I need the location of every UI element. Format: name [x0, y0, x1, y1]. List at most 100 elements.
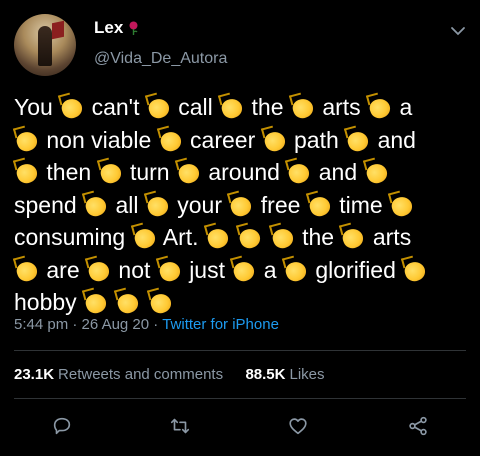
tweet-word: consuming [14, 224, 126, 250]
display-name[interactable]: Lex [94, 18, 123, 38]
clapping-hands-icon [307, 192, 333, 218]
clapping-hands-icon [286, 159, 312, 185]
like-button[interactable] [284, 412, 312, 440]
tweet-line: You can't call the arts a [14, 91, 469, 124]
avatar[interactable] [14, 14, 76, 76]
tweet-line: spend all your free time [14, 189, 469, 222]
tweet-text: You can't call the arts a non viable car… [14, 91, 469, 319]
tweet-word: and [318, 159, 358, 185]
tweet-word: path [294, 126, 339, 153]
tweet-line: consuming Art. the arts [14, 221, 469, 254]
clapping-hands-icon [364, 159, 390, 185]
clapping-hands-icon [157, 257, 183, 283]
tweet-word: glorified [315, 256, 396, 283]
avatar-flag [52, 20, 64, 40]
clapping-hands-icon [176, 159, 202, 185]
clapping-hands-icon [340, 224, 366, 250]
clapping-hands-icon [83, 192, 109, 218]
clapping-hands-icon [219, 94, 245, 120]
clapping-hands-icon [283, 257, 309, 283]
retweets-count: 23.1K [14, 366, 55, 383]
tweet-line: then turn around and [14, 156, 469, 189]
clapping-hands-icon [158, 127, 184, 153]
tweet-word: non viable [46, 126, 152, 153]
retweet-icon [170, 418, 190, 434]
tweet-date[interactable]: 26 Aug 20 [82, 316, 150, 333]
tweet-word: career [190, 126, 256, 153]
clapping-hands-icon [148, 289, 174, 315]
tweet-line: hobby [14, 286, 469, 319]
tweet-word: call [178, 94, 213, 120]
clapping-hands-icon [237, 224, 263, 250]
tweet-word: time [339, 191, 383, 218]
clapping-hands-icon [132, 224, 158, 250]
tweet-word: your [177, 191, 222, 218]
reply-button[interactable] [48, 412, 76, 440]
clapping-hands-icon [14, 257, 40, 283]
likes-count: 88.5K [245, 366, 286, 383]
share-button[interactable] [404, 412, 432, 440]
tweet-word: are [46, 256, 80, 283]
tweet-word: free [260, 191, 301, 218]
meta-separator-1: · [72, 316, 78, 333]
meta-separator-2: · [153, 316, 159, 333]
clapping-hands-icon [290, 94, 316, 120]
clapping-hands-icon [402, 257, 428, 283]
divider [14, 350, 466, 351]
clapping-hands-icon [98, 159, 124, 185]
clapping-hands-icon [205, 224, 231, 250]
tweet-word: turn [129, 159, 170, 185]
tweet-word: hobby [14, 289, 77, 315]
tweet-word: and [377, 126, 416, 153]
tweet-meta: 5:44 pm · 26 Aug 20 · Twitter for iPhone [14, 316, 279, 333]
clapping-hands-icon [389, 192, 415, 218]
heart-icon [289, 418, 307, 435]
tweet-word: around [208, 159, 280, 185]
likes-stat[interactable]: 88.5K Likes [245, 366, 324, 383]
retweets-label: Retweets and comments [58, 366, 224, 383]
tweet-stats: 23.1K Retweets and comments 88.5K Likes [14, 366, 325, 383]
clapping-hands-icon [228, 192, 254, 218]
tweet-word: a [263, 256, 277, 283]
share-icon [409, 416, 427, 436]
avatar-figure [38, 26, 52, 66]
reply-icon [53, 417, 71, 435]
tweet-word: You [14, 94, 53, 120]
clapping-hands-icon [231, 257, 257, 283]
tweet-word: the [302, 224, 335, 250]
tweet-word: arts [322, 94, 361, 120]
user-handle[interactable]: @Vida_De_Autora [94, 50, 227, 68]
clapping-hands-icon [86, 257, 112, 283]
tweet-word: then [46, 159, 92, 185]
tweet-word: not [118, 256, 151, 283]
tweet-line: are not just a glorified [14, 254, 469, 287]
tweet-word: spend [14, 191, 77, 218]
tweet-word: all [115, 191, 139, 218]
tweet-word: a [399, 94, 413, 120]
tweet-line: non viable career path and [14, 124, 469, 157]
divider [14, 398, 466, 399]
clapping-hands-icon [14, 127, 40, 153]
tweet-word: just [189, 256, 225, 283]
retweets-stat[interactable]: 23.1K Retweets and comments [14, 366, 227, 383]
chevron-down-icon[interactable] [450, 26, 466, 36]
rose-icon [129, 21, 138, 35]
tweet-word: arts [372, 224, 412, 250]
clapping-hands-icon [115, 289, 141, 315]
tweet-word: the [251, 94, 284, 120]
clapping-hands-icon [146, 94, 172, 120]
tweet-time[interactable]: 5:44 pm [14, 316, 68, 333]
tweet-actions [0, 412, 480, 446]
clapping-hands-icon [262, 127, 288, 153]
tweet-word: can't [91, 94, 140, 120]
name-row: Lex [94, 18, 140, 38]
tweet-word: Art. [162, 224, 199, 250]
clapping-hands-icon [14, 159, 40, 185]
clapping-hands-icon [145, 192, 171, 218]
clapping-hands-icon [83, 289, 109, 315]
retweet-button[interactable] [166, 412, 194, 440]
clapping-hands-icon [345, 127, 371, 153]
tweet-source[interactable]: Twitter for iPhone [162, 316, 279, 333]
clapping-hands-icon [270, 224, 296, 250]
clapping-hands-icon [59, 94, 85, 120]
